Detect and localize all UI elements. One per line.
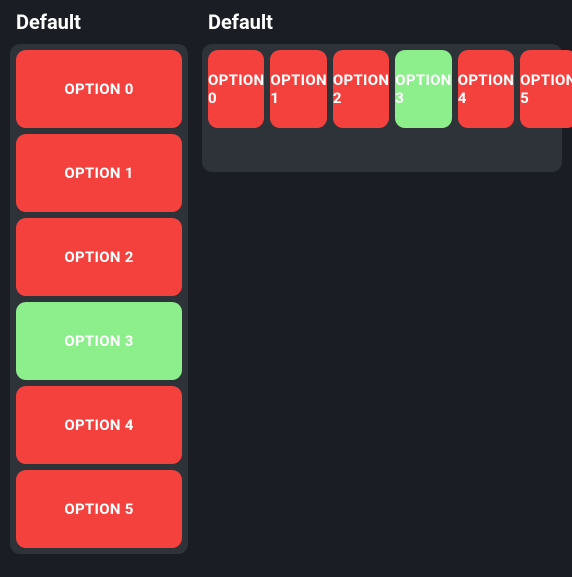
right-option-2[interactable]: OPTION 2 [333, 50, 389, 128]
left-option-2[interactable]: OPTION 2 [16, 218, 182, 296]
option-label: OPTION 2 [333, 71, 389, 107]
option-label: OPTION 4 [458, 71, 514, 107]
right-panel-footer [208, 128, 556, 166]
left-group-title: Default [16, 10, 188, 34]
left-group: Default OPTION 0 OPTION 1 OPTION 2 OPTIO… [10, 10, 188, 554]
left-option-0[interactable]: OPTION 0 [16, 50, 182, 128]
option-label: OPTION 5 [520, 71, 572, 107]
option-label: OPTION 4 [64, 416, 133, 434]
option-label: OPTION 1 [270, 71, 326, 107]
option-label: OPTION 0 [208, 71, 264, 107]
option-label: OPTION 0 [64, 80, 133, 98]
right-option-5[interactable]: OPTION 5 [520, 50, 572, 128]
right-option-4[interactable]: OPTION 4 [458, 50, 514, 128]
option-label: OPTION 2 [64, 248, 133, 266]
left-option-1[interactable]: OPTION 1 [16, 134, 182, 212]
left-panel: OPTION 0 OPTION 1 OPTION 2 OPTION 3 OPTI… [10, 44, 188, 554]
right-option-0[interactable]: OPTION 0 [208, 50, 264, 128]
right-option-3[interactable]: OPTION 3 [395, 50, 451, 128]
option-label: OPTION 3 [395, 71, 451, 107]
right-grid: OPTION 0 OPTION 1 OPTION 2 OPTION 3 OPTI… [208, 50, 556, 128]
left-option-3[interactable]: OPTION 3 [16, 302, 182, 380]
option-label: OPTION 5 [64, 500, 133, 518]
left-option-5[interactable]: OPTION 5 [16, 470, 182, 548]
option-label: OPTION 1 [64, 164, 133, 182]
right-option-1[interactable]: OPTION 1 [270, 50, 326, 128]
right-group: Default OPTION 0 OPTION 1 OPTION 2 OPTIO… [202, 10, 562, 172]
option-label: OPTION 3 [64, 332, 133, 350]
right-group-title: Default [208, 10, 562, 34]
right-panel: OPTION 0 OPTION 1 OPTION 2 OPTION 3 OPTI… [202, 44, 562, 172]
left-option-4[interactable]: OPTION 4 [16, 386, 182, 464]
